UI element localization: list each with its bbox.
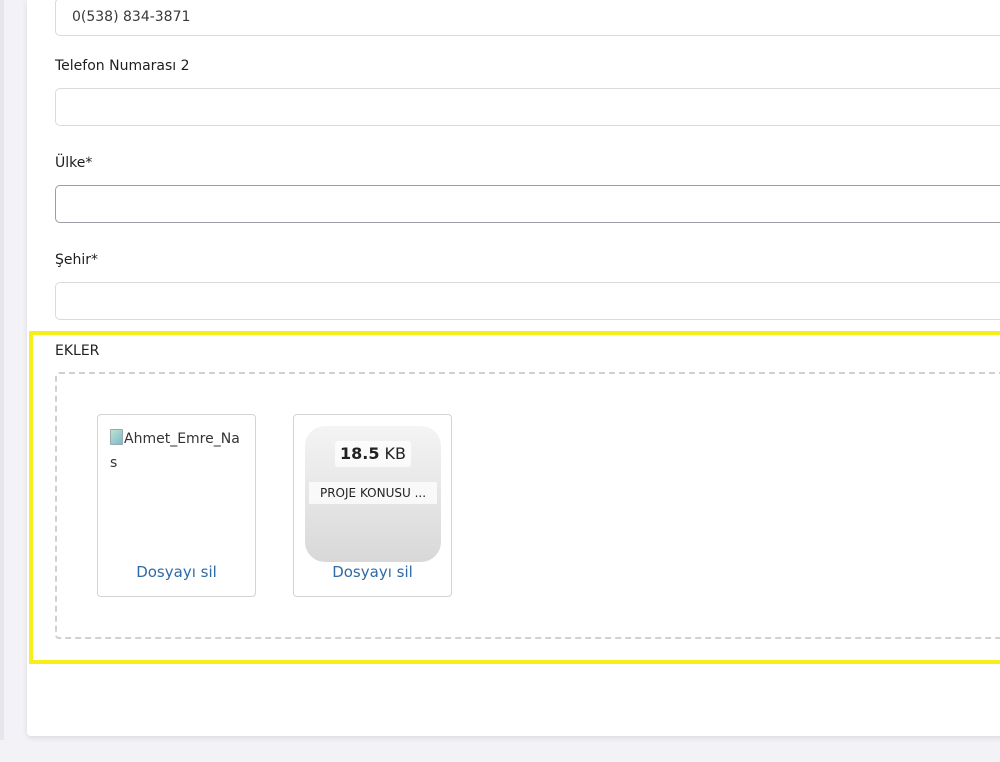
broken-image-icon [110, 429, 123, 445]
file-name: PROJE KONUSU ... [309, 482, 437, 504]
country-input[interactable] [55, 185, 1000, 223]
remove-file-link[interactable]: Dosyayı sil [294, 563, 451, 581]
file-size-number: 18.5 [339, 444, 380, 463]
country-label: Ülke* [55, 155, 93, 171]
city-label: Şehir* [55, 252, 99, 268]
remove-file-link[interactable]: Dosyayı sil [98, 563, 255, 581]
phone-number-2-label: Telefon Numarası 2 [55, 58, 190, 74]
broken-image-placeholder: Ahmet_Emre_Nas [110, 427, 245, 475]
attachment-card-image: Ahmet_Emre_Nas Dosyayı sil [97, 414, 256, 597]
document-thumbnail: 18.5 KB PROJE KONUSU ... [305, 426, 441, 562]
image-alt-text: Ahmet_Emre_Nas [110, 431, 240, 471]
file-size-badge: 18.5 KB [335, 441, 411, 467]
file-size-unit: KB [384, 444, 407, 463]
phone-number-2-input[interactable] [55, 88, 1000, 126]
left-sidebar-edge [0, 0, 4, 740]
phone-number-1-input[interactable]: 0(538) 834-3871 [55, 0, 1000, 36]
phone-number-1-value: 0(538) 834-3871 [72, 9, 191, 25]
city-input[interactable] [55, 282, 1000, 320]
attachments-title: EKLER [55, 343, 100, 359]
attachment-card-document: 18.5 KB PROJE KONUSU ... Dosyayı sil [293, 414, 452, 597]
